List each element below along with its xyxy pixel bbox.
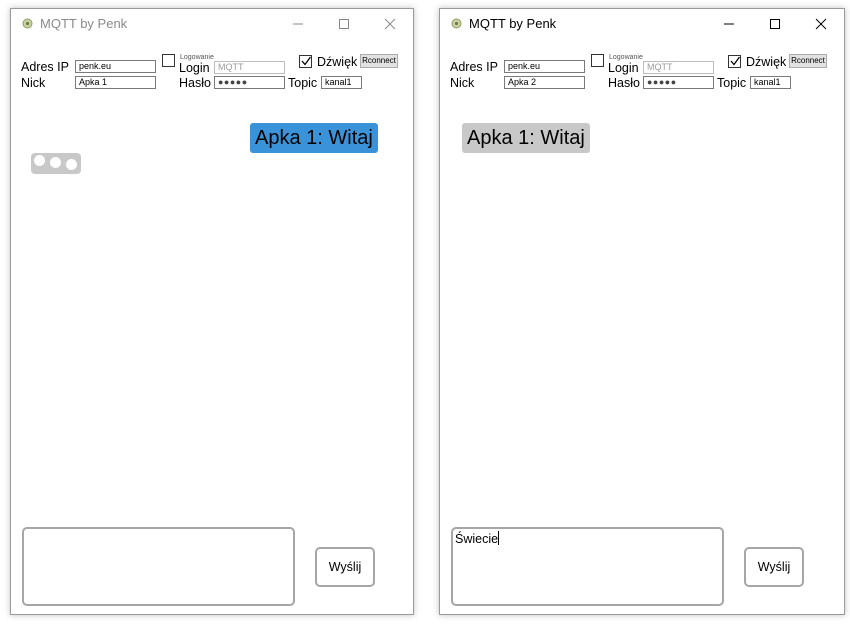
topic-field[interactable]: kanal1: [750, 76, 791, 89]
app-icon: [22, 18, 33, 29]
minimize-icon: [293, 23, 303, 25]
login-field[interactable]: MQTT: [214, 61, 285, 74]
ip-label: Adres IP: [450, 60, 498, 74]
close-button[interactable]: [798, 9, 844, 39]
window-title: MQTT by Penk: [40, 16, 128, 31]
title-bar[interactable]: MQTT by Penk: [11, 9, 413, 39]
app-window-1: MQTT by Penk Adres IP penk.eu Nick Apka …: [10, 8, 414, 615]
ip-field[interactable]: penk.eu: [75, 60, 156, 73]
typing-dot: [34, 155, 45, 166]
topic-field[interactable]: kanal1: [321, 76, 362, 89]
typing-dot: [66, 159, 77, 170]
message-input[interactable]: [22, 527, 295, 606]
check-icon: [730, 56, 740, 66]
nick-field[interactable]: Apka 1: [75, 76, 156, 89]
maximize-icon: [770, 19, 780, 29]
chat-bubble-received: Apka 1: Witaj: [462, 123, 590, 153]
topic-label: Topic: [717, 76, 747, 90]
password-label: Hasło: [179, 76, 211, 90]
chat-bubble-own: Apka 1: Witaj: [250, 123, 378, 153]
ip-field[interactable]: penk.eu: [504, 60, 585, 73]
app-window-2: MQTT by Penk Adres IP penk.eu Nick Apka …: [439, 8, 845, 615]
minimize-button[interactable]: [706, 9, 752, 39]
password-field[interactable]: ●●●●●: [214, 76, 285, 89]
password-label: Hasło: [608, 76, 640, 90]
sound-checkbox[interactable]: [299, 55, 312, 68]
maximize-button[interactable]: [321, 9, 367, 39]
login-label: Login: [179, 61, 210, 75]
sound-label: Dźwięk: [317, 55, 358, 69]
login-field[interactable]: MQTT: [643, 61, 714, 74]
typing-indicator: [31, 153, 81, 174]
ip-label: Adres IP: [21, 60, 69, 74]
send-button[interactable]: Wyślij: [744, 547, 804, 587]
sound-checkbox[interactable]: [728, 55, 741, 68]
reconnect-button[interactable]: Rconnect: [360, 54, 398, 68]
sound-label: Dźwięk: [746, 55, 787, 69]
close-button[interactable]: [367, 9, 413, 39]
app-icon: [451, 18, 462, 29]
nick-field[interactable]: Apka 2: [504, 76, 585, 89]
minimize-icon: [724, 23, 734, 25]
nick-label: Nick: [21, 76, 46, 90]
text-caret: [498, 531, 500, 545]
message-input-text: Świecie: [455, 532, 499, 546]
reconnect-button[interactable]: Rconnect: [789, 54, 827, 68]
maximize-icon: [339, 19, 349, 29]
close-icon: [815, 18, 827, 30]
title-bar[interactable]: MQTT by Penk: [440, 9, 844, 39]
password-field[interactable]: ●●●●●: [643, 76, 714, 89]
login-checkbox[interactable]: [591, 54, 604, 67]
login-checkbox[interactable]: [162, 54, 175, 67]
check-icon: [301, 56, 311, 66]
close-icon: [384, 18, 396, 30]
message-input[interactable]: Świecie: [451, 527, 724, 606]
maximize-button[interactable]: [752, 9, 798, 39]
minimize-button[interactable]: [275, 9, 321, 39]
window-title: MQTT by Penk: [469, 16, 557, 31]
send-button[interactable]: Wyślij: [315, 547, 375, 587]
typing-dot: [50, 157, 61, 168]
nick-label: Nick: [450, 76, 475, 90]
topic-label: Topic: [288, 76, 318, 90]
login-label: Login: [608, 61, 639, 75]
